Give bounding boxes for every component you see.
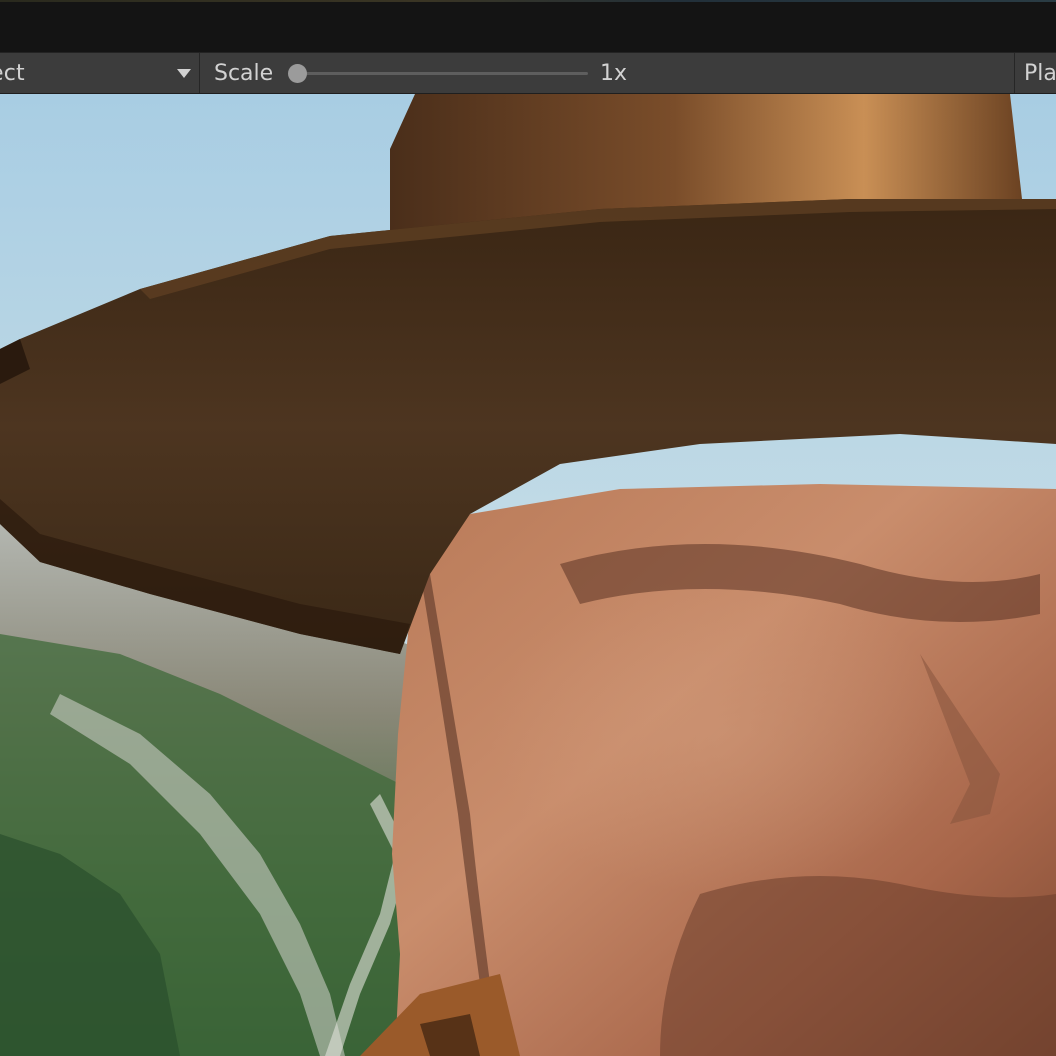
game-view-toolbar: ect Scale 1x Pla xyxy=(0,52,1056,94)
scale-value: 1x xyxy=(600,61,628,86)
title-bar xyxy=(0,0,1056,52)
scale-label: Scale xyxy=(214,61,274,86)
scale-slider-thumb[interactable] xyxy=(288,64,307,83)
title-bar-accent xyxy=(0,0,1056,2)
chevron-down-icon xyxy=(177,69,191,78)
scale-control: Scale 1x xyxy=(202,53,1014,93)
game-viewport[interactable] xyxy=(0,94,1056,1056)
scale-slider-track xyxy=(296,72,588,75)
scale-slider[interactable] xyxy=(288,61,592,85)
display-dropdown[interactable]: ect xyxy=(0,53,200,93)
game-view-window: ect Scale 1x Pla xyxy=(0,0,1056,1056)
play-mode-label: Pla xyxy=(1024,61,1056,86)
play-mode-dropdown[interactable]: Pla xyxy=(1014,53,1056,93)
display-dropdown-value: ect xyxy=(0,61,25,86)
scene-render xyxy=(0,94,1056,1056)
beard xyxy=(660,876,1056,1056)
